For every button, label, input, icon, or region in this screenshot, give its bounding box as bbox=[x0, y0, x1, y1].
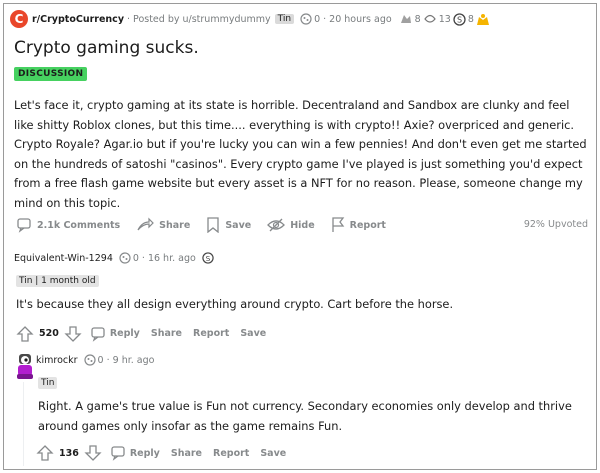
coin-award-icon[interactable]: S bbox=[202, 252, 214, 264]
thread-line[interactable] bbox=[23, 382, 24, 466]
moon-icon bbox=[300, 13, 312, 25]
reply-icon[interactable] bbox=[90, 326, 106, 342]
hide-label: Hide bbox=[290, 219, 315, 231]
gold-award-icon[interactable] bbox=[476, 13, 490, 26]
comment-1: Equivalent-Win-1294 0 · 16 hr. ago S Tin… bbox=[14, 250, 589, 343]
downvote-icon[interactable] bbox=[84, 444, 102, 462]
upvote-percentage: 92% Upvoted bbox=[523, 219, 588, 230]
share-button[interactable]: Share bbox=[151, 328, 182, 339]
comment-actions: 136 Reply Share Report Save bbox=[36, 444, 586, 462]
comment-header: Equivalent-Win-1294 0 · 16 hr. ago S bbox=[14, 250, 589, 266]
post-actions: 2.1k Comments Share Save Hide Report 92%… bbox=[16, 217, 588, 233]
post-title[interactable]: Crypto gaming sucks. bbox=[14, 38, 199, 58]
comment-time[interactable]: · 9 hr. ago bbox=[107, 355, 155, 366]
post-frame: C r/CryptoCurrency · Posted by u/strummy… bbox=[3, 3, 597, 470]
svg-text:S: S bbox=[205, 254, 210, 263]
comment-header: kimrockr 0 · 9 hr. ago bbox=[36, 352, 586, 368]
comment-author[interactable]: kimrockr bbox=[36, 355, 78, 366]
reply-icon[interactable] bbox=[110, 445, 126, 461]
report-button[interactable]: Report bbox=[193, 328, 229, 339]
coin-award-icon[interactable]: S bbox=[453, 12, 466, 26]
moon-count: 0 bbox=[97, 354, 104, 366]
post-body: Let's face it, crypto gaming at its stat… bbox=[14, 98, 587, 210]
subreddit-link[interactable]: r/CryptoCurrency bbox=[32, 14, 124, 25]
post-tag[interactable]: DISCUSSION bbox=[14, 67, 88, 81]
helpful-award-icon[interactable] bbox=[423, 13, 437, 25]
comment-actions: 520 Reply Share Report Save bbox=[16, 325, 589, 343]
comment-text: It's because they all design everything … bbox=[16, 297, 454, 311]
flag-icon bbox=[332, 217, 344, 232]
comment-text: Right. A game's true value is Fun not cu… bbox=[38, 399, 572, 433]
bookmark-icon bbox=[207, 217, 219, 233]
report-button[interactable]: Report bbox=[331, 217, 386, 233]
reply-button[interactable]: Reply bbox=[130, 448, 160, 459]
avatar[interactable] bbox=[14, 352, 34, 380]
share-button[interactable]: Share bbox=[171, 448, 202, 459]
comment-author[interactable]: Equivalent-Win-1294 bbox=[14, 253, 113, 264]
award2-count: 13 bbox=[438, 13, 451, 25]
post-header: C r/CryptoCurrency · Posted by u/strummy… bbox=[10, 8, 492, 30]
post-time: · 20 hours ago bbox=[323, 13, 392, 25]
save-button[interactable]: Save bbox=[206, 217, 251, 233]
save-button[interactable]: Save bbox=[240, 328, 266, 339]
vote-count: 136 bbox=[59, 447, 79, 459]
save-button[interactable]: Save bbox=[260, 448, 286, 459]
share-button[interactable]: Share bbox=[136, 217, 190, 233]
comments-button[interactable]: 2.1k Comments bbox=[16, 217, 120, 233]
comment-flair: Tin | 1 month old bbox=[16, 275, 99, 287]
user-flair: Tin bbox=[274, 14, 295, 24]
comment-2: kimrockr 0 · 9 hr. ago Tin Right. A game… bbox=[36, 352, 586, 462]
svg-text:S: S bbox=[457, 15, 462, 24]
comment-flair: Tin bbox=[38, 377, 58, 389]
hide-button[interactable]: Hide bbox=[267, 218, 315, 232]
share-icon bbox=[137, 217, 155, 231]
save-label: Save bbox=[225, 219, 252, 231]
comment-icon bbox=[17, 218, 31, 233]
moon-count: 0 bbox=[132, 252, 139, 264]
upvote-icon[interactable] bbox=[16, 325, 34, 343]
comments-label: 2.1k Comments bbox=[37, 219, 121, 231]
award-icon[interactable] bbox=[399, 13, 413, 25]
posted-by[interactable]: · Posted by u/strummydummy bbox=[127, 14, 271, 25]
hide-icon bbox=[267, 218, 286, 232]
report-label: Report bbox=[349, 219, 386, 231]
reply-button[interactable]: Reply bbox=[110, 328, 140, 339]
comment-time[interactable]: · 16 hr. ago bbox=[142, 253, 196, 264]
award3-count: 8 bbox=[467, 13, 474, 25]
moon-count: 0 bbox=[314, 13, 321, 25]
report-button[interactable]: Report bbox=[213, 448, 249, 459]
upvote-icon[interactable] bbox=[36, 444, 54, 462]
award1-count: 8 bbox=[414, 13, 421, 25]
share-label: Share bbox=[159, 219, 191, 231]
moon-icon bbox=[119, 252, 131, 264]
downvote-icon[interactable] bbox=[64, 325, 82, 343]
subreddit-icon[interactable]: C bbox=[10, 10, 28, 28]
vote-count: 520 bbox=[39, 328, 59, 340]
moon-icon bbox=[83, 354, 96, 366]
